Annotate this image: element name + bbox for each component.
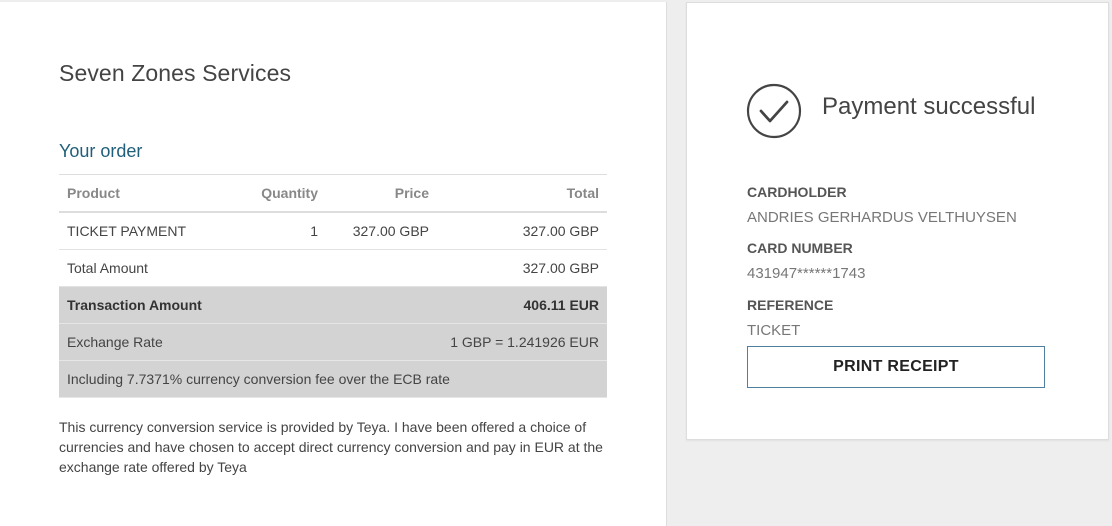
transaction-amount-row: Transaction Amount 406.11 EUR: [59, 286, 607, 324]
transaction-amount-value: 406.11 EUR: [326, 286, 607, 324]
reference-label: REFERENCE: [747, 297, 834, 313]
total-amount-value: 327.00 GBP: [326, 249, 607, 287]
order-table: Product Quantity Price Total TICKET PAYM…: [59, 174, 607, 398]
merchant-name: Seven Zones Services: [59, 60, 292, 86]
header-price: Price: [326, 174, 437, 213]
exchange-rate-row: Exchange Rate 1 GBP = 1.241926 EUR: [59, 323, 607, 361]
card-number-value: 431947******1743: [747, 265, 866, 282]
item-total: 327.00 GBP: [437, 212, 607, 250]
item-quantity: 1: [230, 212, 326, 250]
item-price: 327.00 GBP: [326, 212, 437, 250]
cardholder-label: CARDHOLDER: [747, 184, 847, 200]
order-section-title: Your order: [59, 141, 143, 161]
conversion-disclaimer: This currency conversion service is prov…: [59, 419, 603, 475]
table-header-row: Product Quantity Price Total: [59, 174, 607, 213]
exchange-rate-value: 1 GBP = 1.241926 EUR: [326, 323, 607, 361]
item-product: TICKET PAYMENT: [59, 212, 230, 250]
total-amount-label: Total Amount: [59, 249, 326, 287]
payment-result-panel: Payment successful CARDHOLDER ANDRIES GE…: [686, 2, 1109, 440]
fee-note: Including 7.7371% currency conversion fe…: [59, 360, 607, 398]
payment-page: Seven Zones Services Your order Product …: [0, 0, 1112, 526]
print-receipt-button[interactable]: PRINT RECEIPT: [747, 346, 1045, 388]
header-quantity: Quantity: [230, 174, 326, 213]
header-total: Total: [437, 174, 607, 213]
check-circle-icon: [746, 83, 802, 139]
header-product: Product: [59, 174, 230, 213]
reference-value: TICKET: [747, 322, 801, 339]
table-row: TICKET PAYMENT 1 327.00 GBP 327.00 GBP: [59, 212, 607, 250]
cardholder-value: ANDRIES GERHARDUS VELTHUYSEN: [747, 209, 1017, 226]
payment-status-text: Payment successful: [822, 93, 1036, 120]
exchange-rate-label: Exchange Rate: [59, 323, 326, 361]
fee-note-row: Including 7.7371% currency conversion fe…: [59, 360, 607, 398]
order-panel: Seven Zones Services Your order Product …: [0, 2, 667, 526]
total-amount-row: Total Amount 327.00 GBP: [59, 249, 607, 287]
transaction-amount-label: Transaction Amount: [59, 286, 326, 324]
card-number-label: CARD NUMBER: [747, 240, 853, 256]
